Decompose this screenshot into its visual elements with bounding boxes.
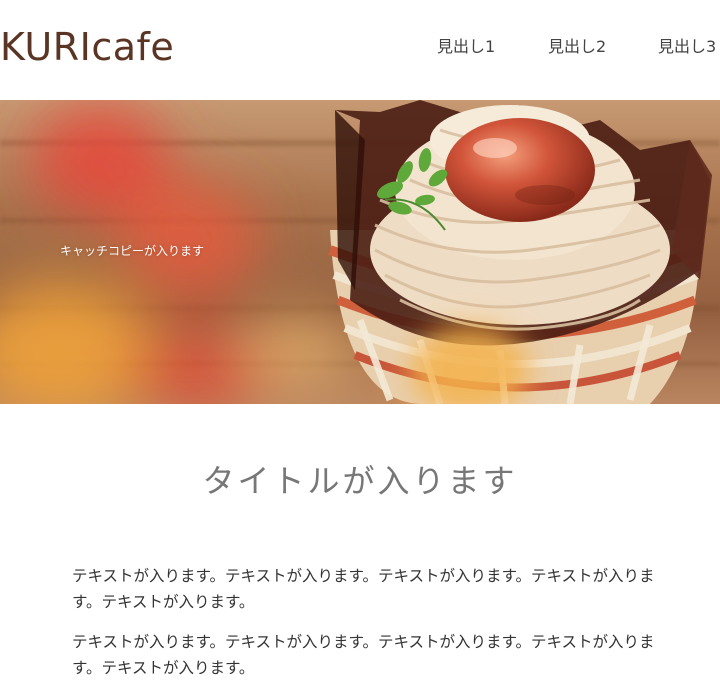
body-paragraph-2: テキストが入ります。テキストが入ります。テキストが入ります。テキストが入ります。… (72, 633, 655, 677)
site-logo[interactable]: KURIcafe (0, 24, 174, 70)
nav-link-3[interactable]: 見出し3 (658, 36, 716, 58)
catch-copy: キャッチコピーが入ります (60, 244, 205, 258)
hero-banner: キャッチコピーが入ります (0, 100, 720, 404)
body-paragraph-1: テキストが入ります。テキストが入ります。テキストが入ります。テキストが入ります。… (72, 567, 655, 611)
nav-link-2[interactable]: 見出し2 (548, 36, 606, 58)
nav-link-1[interactable]: 見出し1 (437, 36, 495, 58)
main-nav: 見出し1 見出し2 見出し3 (437, 36, 720, 58)
section-title: タイトルが入ります (202, 462, 518, 500)
site-header: KURIcafe 見出し1 見出し2 見出し3 (0, 0, 720, 100)
